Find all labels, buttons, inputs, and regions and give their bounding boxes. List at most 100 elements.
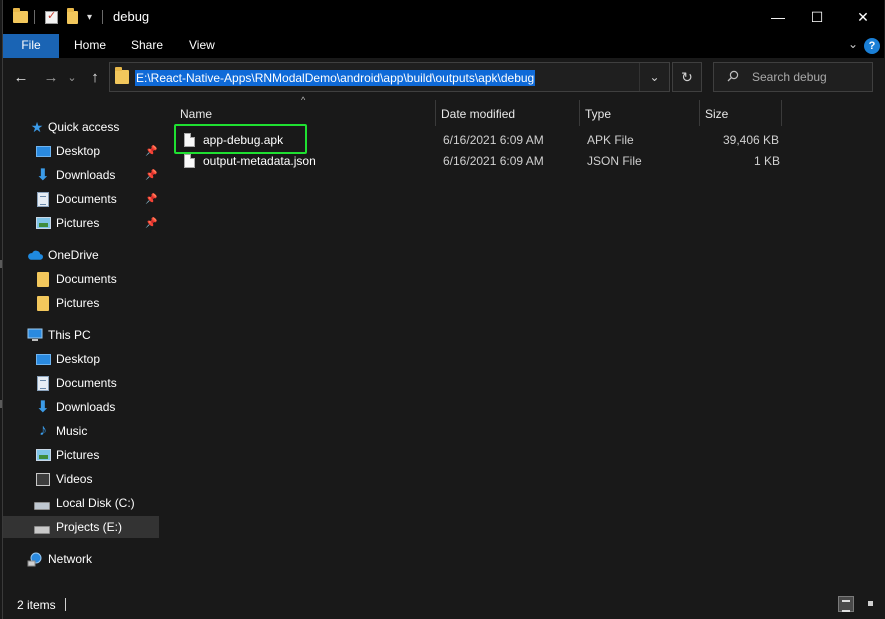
large-icons-view-icon[interactable] — [863, 596, 879, 612]
sidebar-item-label: Projects (E:) — [56, 520, 123, 534]
column-header-date-modified[interactable]: Date modified — [441, 102, 515, 126]
status-separator — [65, 598, 66, 611]
video-film-icon — [35, 471, 51, 487]
maximize-button[interactable]: ☐ — [794, 0, 840, 34]
file-size: 1 KB — [754, 154, 781, 168]
search-input[interactable] — [752, 69, 867, 85]
file-date: 6/16/2021 6:09 AM — [443, 154, 544, 168]
address-folder-icon — [115, 67, 129, 84]
folder-icon — [35, 271, 51, 287]
file-explorer-window: ▾ debug — ☐ ✕ File Home Share View ⌄ ? ←… — [2, 0, 885, 619]
navigation-pane: ★ Quick access Desktop 📌 ⬇ Downloads 📌 D… — [3, 98, 165, 590]
edge-mark — [0, 400, 2, 408]
sidebar-item-projects-e[interactable]: Projects (E:) — [3, 516, 159, 538]
details-view-icon[interactable] — [838, 596, 854, 612]
download-arrow-icon: ⬇ — [36, 167, 50, 184]
refresh-button[interactable]: ↻ — [672, 62, 702, 92]
sidebar-item-label: Documents — [56, 192, 117, 206]
title-folder-icon — [13, 8, 28, 26]
sidebar-item-label: Pictures — [56, 296, 100, 310]
help-icon[interactable]: ? — [864, 38, 880, 54]
sidebar-item-quick-access[interactable]: ★ Quick access — [3, 116, 159, 138]
file-row[interactable]: output-metadata.json 6/16/2021 6:09 AM J… — [169, 151, 869, 172]
sidebar-item-pc-downloads[interactable]: ⬇ Downloads — [3, 396, 159, 418]
sidebar-item-desktop[interactable]: Desktop 📌 — [3, 140, 159, 162]
desktop-icon — [35, 143, 51, 159]
file-row[interactable]: app-debug.apk 6/16/2021 6:09 AM APK File… — [169, 130, 869, 151]
column-divider[interactable] — [781, 100, 782, 126]
sidebar-item-label: Documents — [56, 376, 117, 390]
sidebar-item-local-disk-c[interactable]: Local Disk (C:) — [3, 492, 159, 514]
file-list-pane: ^ Name Date modified Type Size app-debug… — [165, 95, 884, 590]
sidebar-item-label: Local Disk (C:) — [56, 496, 135, 510]
sidebar-item-documents[interactable]: Documents 📌 — [3, 188, 159, 210]
network-icon — [27, 551, 43, 567]
address-path[interactable]: E:\React-Native-Apps\RNModalDemo\android… — [135, 70, 536, 86]
tab-share[interactable]: Share — [118, 34, 176, 58]
recent-locations-button[interactable]: ⌄ — [62, 68, 82, 88]
pin-icon[interactable]: 📌 — [145, 218, 157, 229]
sidebar-item-network[interactable]: Network — [3, 548, 159, 570]
pin-icon[interactable]: 📌 — [145, 146, 157, 157]
documents-icon — [35, 375, 51, 391]
title-bar: ▾ debug — ☐ ✕ — [3, 0, 884, 34]
title-separator-2 — [102, 8, 103, 26]
sidebar-item-onedrive[interactable]: OneDrive — [3, 244, 159, 266]
search-box[interactable] — [713, 62, 873, 92]
status-bar: 2 items — [3, 590, 884, 619]
sidebar-item-onedrive-pictures[interactable]: Pictures — [3, 292, 159, 314]
sort-ascending-icon: ^ — [301, 95, 306, 105]
ribbon-tabs: File Home Share View ⌄ ? — [3, 34, 884, 58]
window-title: debug — [113, 9, 150, 24]
file-type: JSON File — [587, 154, 642, 168]
column-divider[interactable] — [435, 100, 436, 126]
sidebar-item-pc-documents[interactable]: Documents — [3, 372, 159, 394]
sidebar-item-label: Downloads — [56, 400, 116, 414]
sidebar-item-label: Quick access — [48, 120, 120, 134]
sidebar-item-onedrive-documents[interactable]: Documents — [3, 268, 159, 290]
new-folder-icon[interactable] — [67, 7, 78, 26]
sidebar-item-pc-desktop[interactable]: Desktop — [3, 348, 159, 370]
sidebar-item-label: Pictures — [56, 216, 100, 230]
pin-icon[interactable]: 📌 — [145, 194, 157, 205]
column-divider[interactable] — [699, 100, 700, 126]
file-name[interactable]: output-metadata.json — [203, 151, 316, 172]
customize-toolbar-icon[interactable]: ▾ — [87, 8, 92, 26]
music-note-icon: ♪ — [39, 422, 47, 439]
sidebar-item-this-pc[interactable]: This PC — [3, 324, 159, 346]
address-bar[interactable]: E:\React-Native-Apps\RNModalDemo\android… — [109, 62, 670, 92]
desktop-icon — [35, 351, 51, 367]
tab-file[interactable]: File — [3, 34, 59, 58]
sidebar-item-label: Videos — [56, 472, 93, 486]
column-header-type[interactable]: Type — [585, 102, 611, 126]
forward-button[interactable]: → — [41, 68, 61, 88]
properties-icon[interactable] — [45, 8, 58, 26]
sidebar-item-pc-videos[interactable]: Videos — [3, 468, 159, 490]
back-button[interactable]: ← — [11, 68, 31, 88]
sidebar-item-label: Desktop — [56, 352, 101, 366]
sidebar-item-pc-pictures[interactable]: Pictures — [3, 444, 159, 466]
sidebar-item-downloads[interactable]: ⬇ Downloads 📌 — [3, 164, 159, 186]
file-name[interactable]: app-debug.apk — [203, 130, 283, 151]
system-drive-icon — [34, 495, 50, 511]
computer-icon — [27, 327, 43, 343]
pin-icon[interactable]: 📌 — [145, 170, 157, 181]
sidebar-item-label: OneDrive — [48, 248, 99, 262]
address-dropdown-icon[interactable]: ⌄ — [639, 63, 669, 91]
column-divider[interactable] — [579, 100, 580, 126]
sidebar-item-label: Music — [56, 424, 88, 438]
navigation-bar: ← → ⌄ ↑ E:\React-Native-Apps\RNModalDemo… — [3, 58, 884, 98]
sidebar-item-label: Pictures — [56, 448, 100, 462]
sidebar-item-pictures[interactable]: Pictures 📌 — [3, 212, 159, 234]
up-button[interactable]: ↑ — [85, 68, 105, 88]
sidebar-item-pc-music[interactable]: ♪ Music — [3, 420, 159, 442]
column-header-size[interactable]: Size — [705, 102, 728, 126]
tab-home[interactable]: Home — [61, 34, 119, 58]
expand-ribbon-icon[interactable]: ⌄ — [848, 37, 858, 51]
column-header-name[interactable]: Name — [180, 102, 212, 126]
pictures-icon — [35, 215, 51, 231]
file-icon — [184, 133, 195, 147]
close-button[interactable]: ✕ — [840, 0, 885, 34]
cloud-icon — [27, 247, 43, 263]
tab-view[interactable]: View — [176, 34, 228, 58]
